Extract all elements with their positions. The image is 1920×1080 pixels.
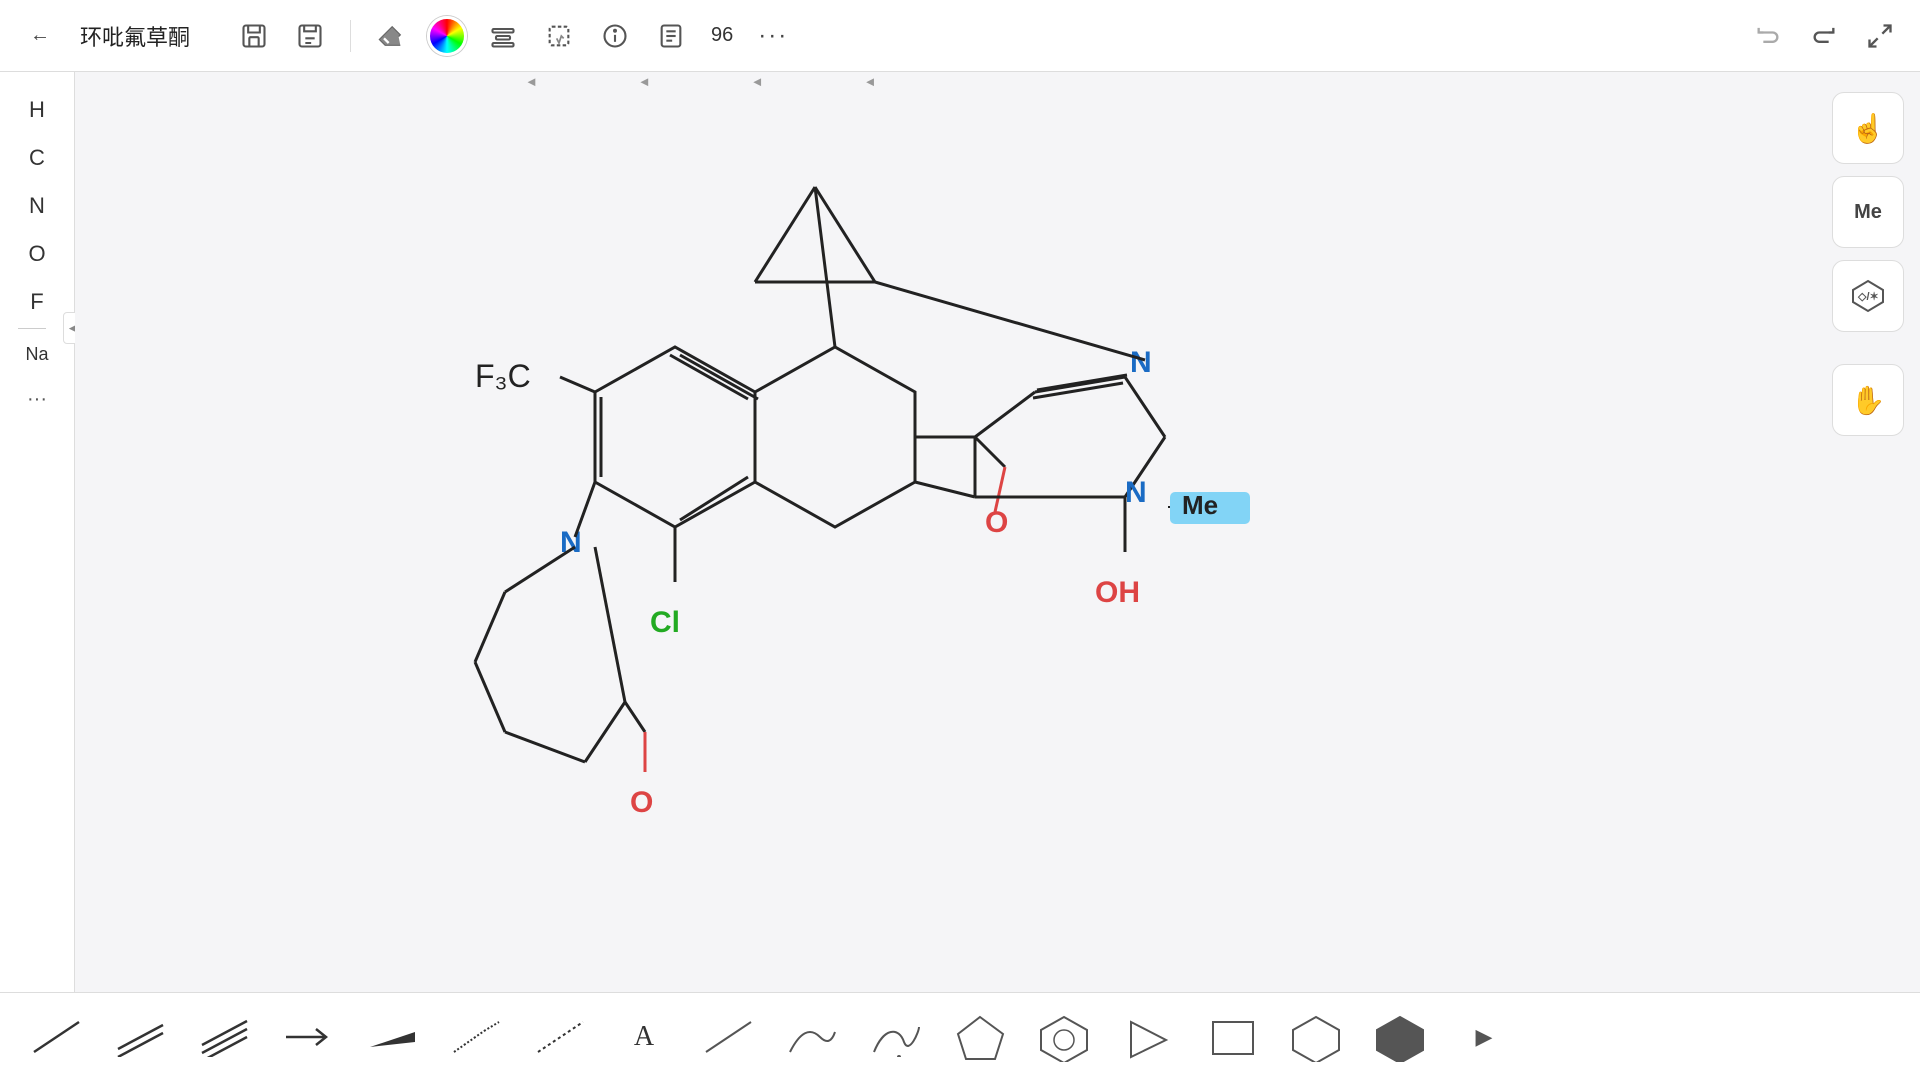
dashed-wedge-btn[interactable] xyxy=(436,1005,516,1069)
canvas-area[interactable]: ◄ ◄ ◄ ◄ F₃C N xyxy=(75,72,1920,992)
me-label: Me xyxy=(1854,201,1882,224)
align-button[interactable] xyxy=(479,12,527,60)
svg-text:N: N xyxy=(1125,476,1147,509)
color-wheel-button[interactable] xyxy=(423,12,471,60)
hand-icon: ☝️ xyxy=(1851,112,1886,145)
atom-c[interactable]: C xyxy=(10,136,65,180)
more-button[interactable]: ··· xyxy=(749,12,797,60)
page-title: 环吡氟草酮 xyxy=(80,20,190,52)
arrow-btn[interactable] xyxy=(268,1005,348,1069)
eraser-button[interactable] xyxy=(367,12,415,60)
plain-line-btn[interactable] xyxy=(688,1005,768,1069)
pan-button[interactable]: ✋ xyxy=(1832,364,1904,436)
svg-text:Cl: Cl xyxy=(650,606,680,639)
open-hexagon-btn[interactable] xyxy=(1276,1005,1356,1069)
left-sidebar: H C N O F ◄ Na ··· xyxy=(0,72,75,992)
right-sidebar: ☝️ Me ◇/✶ ✋ xyxy=(1832,92,1904,436)
pentagon-btn[interactable] xyxy=(940,1005,1020,1069)
color-wheel-icon xyxy=(427,16,467,56)
dotted-bond-btn[interactable] xyxy=(520,1005,600,1069)
single-bond-btn[interactable] xyxy=(16,1005,96,1069)
svg-text:◇/✶: ◇/✶ xyxy=(1857,291,1879,303)
info-button[interactable] xyxy=(591,12,639,60)
pan-icon: ✋ xyxy=(1851,384,1886,417)
count-display: 96 xyxy=(711,24,733,47)
arrow-2[interactable]: ◄ xyxy=(638,74,651,89)
more-tools-btn[interactable]: ▶ xyxy=(1444,1005,1524,1069)
custom-group-button[interactable]: ◇/✶ xyxy=(1832,260,1904,332)
rectangle-btn[interactable] xyxy=(1192,1005,1272,1069)
wedge-bond-btn[interactable] xyxy=(352,1005,432,1069)
atom-h[interactable]: H xyxy=(10,88,65,132)
double-bond-parallel-btn[interactable] xyxy=(100,1005,180,1069)
benzene-btn[interactable] xyxy=(1024,1005,1104,1069)
notes-button[interactable] xyxy=(647,12,695,60)
triangle-btn[interactable] xyxy=(1108,1005,1188,1069)
atom-f[interactable]: F xyxy=(10,280,65,324)
atom-na[interactable]: Na xyxy=(10,332,65,376)
molecule-svg: F₃C N O Cl O xyxy=(275,92,1575,942)
me-button[interactable]: Me xyxy=(1832,176,1904,248)
save-button[interactable] xyxy=(230,12,278,60)
touch-mode-button[interactable]: ☝️ xyxy=(1832,92,1904,164)
save-alt-button[interactable] xyxy=(286,12,334,60)
fullscreen-button[interactable] xyxy=(1856,12,1904,60)
select-button[interactable] xyxy=(535,12,583,60)
triple-bond-btn[interactable] xyxy=(184,1005,264,1069)
svg-text:OH: OH xyxy=(1095,576,1140,609)
svg-text:Me: Me xyxy=(1182,490,1218,520)
svg-text:N: N xyxy=(1130,346,1152,379)
curve1-btn[interactable] xyxy=(772,1005,852,1069)
redo-button[interactable] xyxy=(1800,12,1848,60)
filled-hexagon-btn[interactable] xyxy=(1360,1005,1440,1069)
arrow-4[interactable]: ◄ xyxy=(864,74,877,89)
arrow-3[interactable]: ◄ xyxy=(751,74,764,89)
collapse-arrows: ◄ ◄ ◄ ◄ xyxy=(75,72,1920,90)
top-toolbar: ← 环吡氟草酮 xyxy=(0,0,1920,72)
atom-n[interactable]: N xyxy=(10,184,65,228)
arrow-1[interactable]: ◄ xyxy=(525,74,538,89)
sidebar-more-btn[interactable]: ··· xyxy=(27,388,47,411)
divider-1 xyxy=(350,20,351,52)
undo-button[interactable] xyxy=(1744,12,1792,60)
back-button[interactable]: ← xyxy=(16,12,64,60)
svg-text:F₃C: F₃C xyxy=(475,358,531,394)
curve2-btn[interactable] xyxy=(856,1005,936,1069)
bottom-toolbar: A xyxy=(0,992,1920,1080)
text-btn[interactable]: A xyxy=(604,1005,684,1069)
atom-o[interactable]: O xyxy=(10,232,65,276)
custom-icon: ◇/✶ xyxy=(1848,276,1888,316)
svg-text:O: O xyxy=(630,786,653,819)
